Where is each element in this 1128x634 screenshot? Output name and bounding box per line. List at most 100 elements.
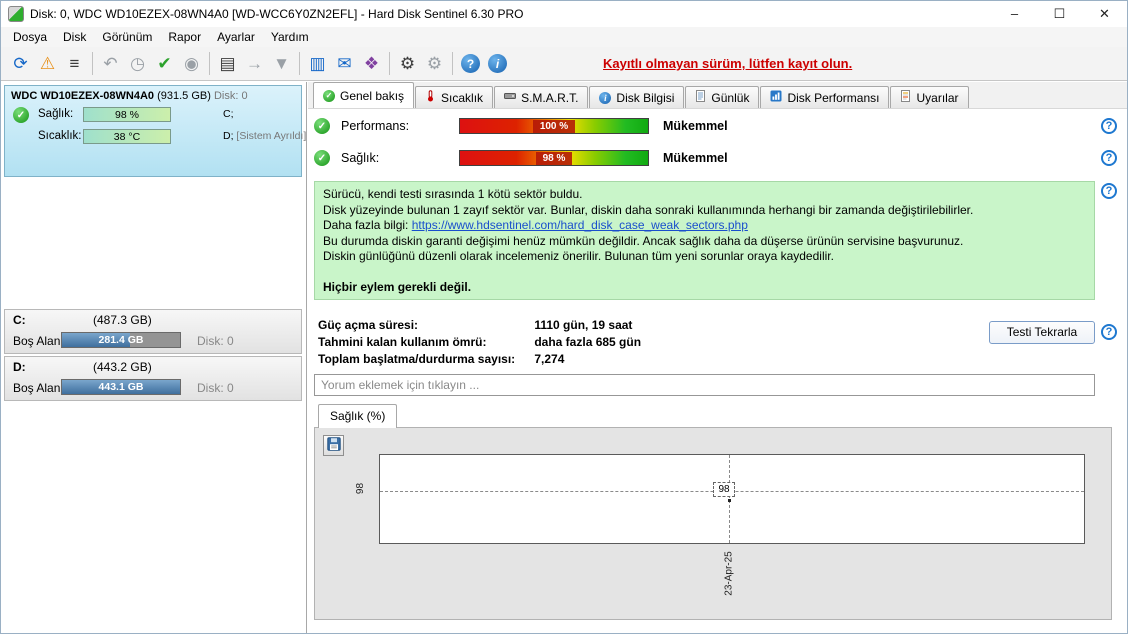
volume-d-disk-number: Disk: 0 [197, 381, 234, 395]
disk-accept-icon[interactable]: ✔ [151, 51, 178, 77]
menu-yardim[interactable]: Yardım [263, 28, 317, 46]
performance-row: Performans: 100 % Mükemmel [314, 116, 728, 136]
desc-line-1: Sürücü, kendi testi sırasında 1 kötü sek… [323, 187, 583, 201]
chart-y-axis-label: 98 [355, 482, 367, 495]
disk-model: WDC WD10EZEX-08WN4A0 [11, 90, 155, 102]
toolbar: ⟳ ⚠ ≡ ↶ ◷ ✔ ◉ ▤ → ▼ ▥ ✉ ❖ ⚙ ⚙ ? i Kayıtl… [1, 47, 1127, 81]
health-description-box: Sürücü, kendi testi sırasında 1 kötü sek… [314, 181, 1095, 300]
disk-temp-row: Sıcaklık: 38 °C D; [Sistem Ayrıldı] [5, 126, 306, 148]
temp-bar-value: 38 °C [113, 130, 141, 143]
volume-c-header: C: (487.3 GB) [5, 310, 301, 331]
partition-d-letter: D; [223, 130, 234, 142]
chart-point-marker [728, 499, 731, 502]
settings-gear-icon[interactable]: ⚙ [394, 51, 421, 77]
tab-gunluk[interactable]: Günlük [685, 86, 760, 108]
minimize-button[interactable]: – [992, 1, 1037, 27]
window-controls: – ☐ ✕ [992, 1, 1127, 27]
retest-button[interactable]: Testi Tekrarla [989, 321, 1095, 344]
performance-rating: Mükemmel [663, 119, 728, 133]
smart-drive-icon [504, 90, 517, 105]
desc-line-4: Bu durumda diskin garanti değişimi henüz… [323, 233, 964, 248]
chart-tab-saglik[interactable]: Sağlık (%) [318, 404, 398, 428]
partition-d-note: [Sistem Ayrıldı] [236, 130, 307, 142]
volume-d-name: D: [13, 360, 26, 374]
volume-c-free-value: 281.4 GB [98, 334, 144, 346]
volume-d-free-row: Boş Alan 443.1 GB Disk: 0 [5, 378, 301, 400]
disk-size: (931.5 GB) [157, 90, 211, 102]
description-help-icon[interactable] [1101, 183, 1117, 199]
volume-c-disk-number: Disk: 0 [197, 334, 234, 348]
disk-save-icon[interactable]: ▼ [268, 51, 295, 77]
tab-uyarilar[interactable]: Uyarılar [890, 86, 969, 108]
chart-save-button[interactable] [323, 435, 344, 456]
desc-link-prefix: Daha fazla bilgi: [323, 218, 412, 232]
tab-smart-label: S.M.A.R.T. [521, 90, 579, 105]
disk-export-icon[interactable]: → [241, 51, 268, 77]
maximize-button[interactable]: ☐ [1037, 1, 1082, 27]
comment-input[interactable] [314, 374, 1095, 396]
retest-help-icon[interactable] [1101, 324, 1117, 340]
disk-info-icon [599, 91, 612, 104]
menu-gorunum[interactable]: Görünüm [94, 28, 160, 46]
menu-ayarlar[interactable]: Ayarlar [209, 28, 263, 46]
tab-uyarilar-label: Uyarılar [916, 90, 959, 105]
health-ok-icon-main [314, 150, 330, 166]
stat-remaining-label: Tahmini kalan kullanım ömrü: [318, 335, 487, 349]
stat-power-on-label: Güç açma süresi: [318, 318, 419, 332]
health-row: Sağlık: 98 % Mükemmel [314, 148, 728, 168]
tab-genel-bakis[interactable]: Genel bakış [313, 82, 415, 108]
analyse-warning-icon[interactable]: ⚠ [34, 51, 61, 77]
partition-c-label: C; [223, 108, 234, 120]
performance-help-icon[interactable] [1101, 118, 1117, 134]
toolbar-separator [389, 52, 390, 75]
volume-panel-d[interactable]: D: (443.2 GB) Boş Alan 443.1 GB Disk: 0 [4, 356, 302, 401]
disk-health-row: Sağlık: 98 % C; [5, 104, 301, 126]
disk-number: Disk: 0 [213, 90, 248, 102]
performance-label: Performans: [341, 119, 410, 133]
refresh-icon[interactable]: ⟳ [7, 51, 34, 77]
health-label-main: Sağlık: [341, 151, 380, 165]
volume-panel-c[interactable]: C: (487.3 GB) Boş Alan 281.4 GB Disk: 0 [4, 309, 302, 354]
volume-c-free-label: Boş Alan [13, 334, 61, 348]
window-title: Disk: 0, WDC WD10EZEX-08WN4A0 [WD-WCC6Y0… [30, 7, 524, 21]
tab-sicaklik[interactable]: Sıcaklık [415, 86, 494, 108]
tab-disk-bilgisi[interactable]: Disk Bilgisi [589, 86, 685, 108]
stat-start-stop-value: 7,274 [534, 352, 565, 366]
app-icon [8, 6, 24, 22]
health-bar-main: 98 % [459, 150, 649, 166]
health-rating: Mükemmel [663, 151, 728, 165]
print-icon[interactable]: ▤ [214, 51, 241, 77]
health-value-main: 98 % [535, 151, 573, 165]
tools-icon[interactable]: ❖ [358, 51, 385, 77]
disk-zoom-icon[interactable]: ◉ [178, 51, 205, 77]
menu-dosya[interactable]: Dosya [5, 28, 55, 46]
register-link[interactable]: Kayıtlı olmayan sürüm, lütfen kayıt olun… [603, 56, 852, 71]
settings-zoom-icon[interactable]: ⚙ [421, 51, 448, 77]
close-button[interactable]: ✕ [1082, 1, 1127, 27]
tab-disk-bilgisi-label: Disk Bilgisi [616, 90, 675, 105]
info-icon[interactable]: i [488, 54, 507, 73]
tab-disk-performansi[interactable]: Disk Performansı [760, 86, 890, 108]
health-help-icon[interactable] [1101, 150, 1117, 166]
details-view-icon[interactable]: ≡ [61, 51, 88, 77]
toolbar-separator [452, 52, 453, 75]
disk-undo-icon[interactable]: ↶ [97, 51, 124, 77]
disk-panel-selected[interactable]: WDC WD10EZEX-08WN4A0 (931.5 GB) Disk: 0 … [4, 85, 306, 177]
menu-disk[interactable]: Disk [55, 28, 94, 46]
menu-rapor[interactable]: Rapor [160, 28, 209, 46]
tab-smart[interactable]: S.M.A.R.T. [494, 86, 589, 108]
volume-c-free-row: Boş Alan 281.4 GB Disk: 0 [5, 331, 301, 353]
temperature-panel-icon[interactable]: ▥ [304, 51, 331, 77]
health-bar: 98 % [83, 107, 171, 122]
help-icon[interactable]: ? [461, 54, 480, 73]
tab-genel-bakis-label: Genel bakış [340, 88, 405, 103]
desc-line-3: Daha fazla bilgi: https://www.hdsentinel… [323, 218, 1086, 234]
weak-sectors-link[interactable]: https://www.hdsentinel.com/hard_disk_cas… [412, 218, 748, 232]
main-content: Genel bakış Sıcaklık S.M.A.R.T. Disk Bil… [308, 82, 1127, 633]
email-icon[interactable]: ✉ [331, 51, 358, 77]
menubar: Dosya Disk Görünüm Rapor Ayarlar Yardım [1, 27, 1127, 47]
no-action-needed-text: Hiçbir eylem gerekli değil. [323, 279, 472, 294]
toolbar-separator [209, 52, 210, 75]
disk-clock-icon[interactable]: ◷ [124, 51, 151, 77]
volume-d-free-value: 443.1 GB [98, 381, 144, 393]
